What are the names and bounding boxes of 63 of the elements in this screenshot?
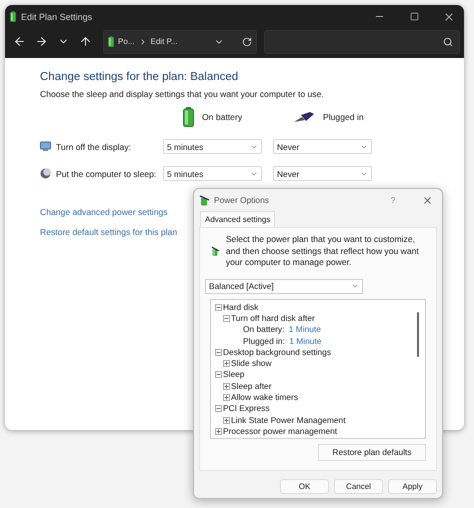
collapse-toggle[interactable] — [215, 304, 222, 311]
tree-item[interactable]: PCI Express — [223, 403, 270, 414]
close-icon[interactable] — [422, 194, 432, 206]
setting-value-link[interactable]: 1 Minute — [288, 324, 321, 336]
expand-toggle[interactable] — [223, 382, 230, 390]
search-field[interactable] — [264, 30, 460, 54]
battery-icon — [108, 36, 114, 47]
scrollbar[interactable] — [417, 312, 419, 356]
collapse-toggle[interactable] — [215, 371, 222, 378]
collapse-toggle[interactable] — [215, 405, 222, 412]
setting-value-link[interactable]: 1 Minute — [289, 336, 322, 347]
dialog-title: Power Options — [214, 195, 270, 205]
maximize-icon[interactable] — [410, 12, 418, 21]
moon-icon — [40, 168, 51, 179]
tree-item[interactable]: Processor power management — [223, 426, 338, 437]
expand-toggle[interactable] — [223, 416, 230, 424]
battery-icon — [10, 11, 16, 22]
dialog-button[interactable]: Apply — [388, 479, 437, 494]
tree-item[interactable]: Sleep after — [231, 380, 272, 392]
column-label: On battery — [202, 112, 242, 122]
description-text: Choose the sleep and display settings that you want your computer to use. — [40, 89, 325, 99]
plug-icon — [293, 111, 315, 123]
dropdown[interactable]: Never — [273, 139, 372, 154]
search-icon[interactable] — [443, 36, 453, 46]
dialog-button[interactable]: OK — [280, 479, 329, 494]
tab[interactable]: Advanced settings — [200, 211, 276, 227]
forward-icon[interactable] — [34, 35, 48, 48]
column-label: Plugged in — [323, 112, 364, 122]
tree-item[interactable]: Turn off hard disk after — [231, 312, 315, 324]
restore-defaults-button[interactable]: Restore plan defaults — [318, 444, 426, 460]
collapse-toggle[interactable] — [215, 348, 222, 356]
tree-item[interactable]: Link State Power Management — [231, 414, 346, 426]
power-plan-icon — [199, 194, 210, 206]
tree-item[interactable]: Sleep — [223, 369, 244, 380]
setting-label: Put the computer to sleep: — [56, 168, 156, 178]
instruction-text: Select the power plan that you want to customize, and then choose settings that reflect how you want your computer to manage power. — [226, 234, 420, 268]
window-title: Edit Plan Settings — [21, 12, 94, 22]
monitor-icon — [40, 141, 51, 152]
battery-icon — [183, 107, 194, 127]
dropdown[interactable]: 5 minutes — [163, 166, 262, 181]
collapse-toggle[interactable] — [223, 314, 230, 322]
page-heading: Change settings for the plan: Balanced — [40, 71, 240, 83]
back-icon[interactable] — [12, 35, 26, 48]
tree-item[interactable]: Allow wake timers — [231, 392, 298, 404]
expand-toggle[interactable] — [223, 394, 230, 402]
up-icon[interactable] — [78, 35, 92, 48]
expand-toggle[interactable] — [215, 428, 222, 435]
dropdown[interactable]: 5 minutes — [163, 139, 262, 154]
tree-item[interactable]: Slide show — [231, 358, 272, 370]
expand-toggle[interactable] — [223, 360, 230, 368]
breadcrumb[interactable]: Po... — [118, 37, 134, 46]
breadcrumb[interactable]: Edit P... — [150, 37, 178, 46]
tree-item[interactable]: Plugged in: — [243, 336, 285, 347]
setting-label: Turn off the display: — [56, 142, 131, 152]
close-icon[interactable] — [443, 10, 455, 22]
tree-item[interactable]: Hard disk — [223, 302, 258, 313]
tree-item[interactable]: On battery: — [243, 324, 284, 336]
address-bar[interactable]: Po... Edit P... — [103, 30, 257, 54]
refresh-icon[interactable] — [242, 36, 252, 46]
tree-item[interactable]: Desktop background settings — [223, 346, 332, 358]
dropdown[interactable]: Never — [273, 166, 372, 181]
plan-dropdown[interactable]: Balanced [Active] — [205, 278, 363, 294]
dialog-button[interactable]: Cancel — [334, 479, 383, 494]
